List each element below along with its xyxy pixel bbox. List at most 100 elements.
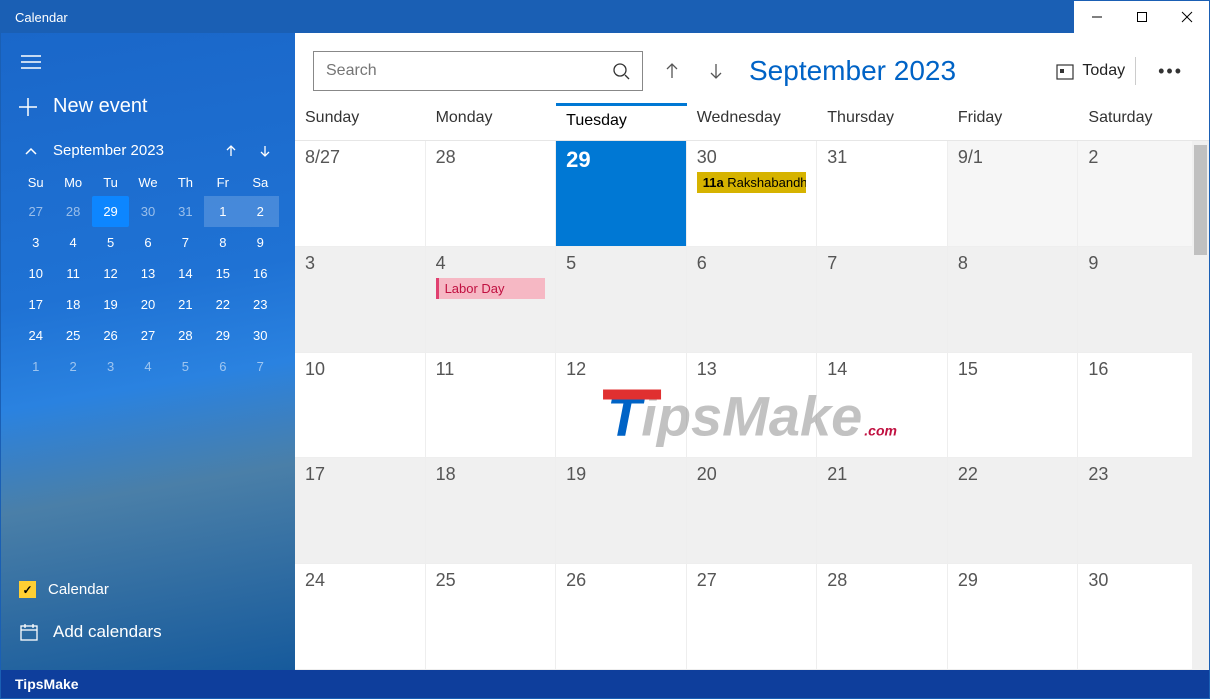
calendar-cell[interactable]: 17	[295, 458, 426, 564]
close-button[interactable]	[1164, 1, 1209, 33]
minical-day[interactable]: 6	[129, 227, 166, 258]
maximize-button[interactable]	[1119, 1, 1164, 33]
calendar-cell[interactable]: 9/1	[948, 141, 1079, 247]
calendar-cell[interactable]: 20	[687, 458, 818, 564]
add-calendars-button[interactable]: Add calendars	[19, 608, 277, 656]
minical-day[interactable]: 29	[204, 320, 241, 351]
calendar-cell[interactable]: 6	[687, 247, 818, 353]
calendar-cell[interactable]: 7	[817, 247, 948, 353]
calendar-cell[interactable]: 13	[687, 353, 818, 459]
calendar-cell[interactable]: 10	[295, 353, 426, 459]
calendar-cell[interactable]: 24	[295, 564, 426, 670]
minical-day[interactable]: 12	[92, 258, 129, 289]
month-title[interactable]: September 2023	[749, 55, 1032, 87]
calendar-cell[interactable]: 22	[948, 458, 1079, 564]
minical-day[interactable]: 21	[167, 289, 204, 320]
event-item[interactable]: Labor Day	[436, 278, 546, 299]
minical-day[interactable]: 2	[242, 196, 279, 227]
minical-day[interactable]: 27	[17, 196, 54, 227]
minical-day[interactable]: 4	[54, 227, 91, 258]
calendar-cell[interactable]: 14	[817, 353, 948, 459]
calendar-cell[interactable]: 16	[1078, 353, 1209, 459]
minical-day[interactable]: 30	[129, 196, 166, 227]
calendar-cell[interactable]: 9	[1078, 247, 1209, 353]
minical-day[interactable]: 5	[167, 351, 204, 382]
minical-day[interactable]: 10	[17, 258, 54, 289]
minical-day[interactable]: 17	[17, 289, 54, 320]
scrollbar[interactable]	[1192, 141, 1209, 670]
minical-day[interactable]: 6	[204, 351, 241, 382]
today-button[interactable]: Today	[1046, 57, 1136, 85]
minical-day[interactable]: 26	[92, 320, 129, 351]
minical-day[interactable]: 31	[167, 196, 204, 227]
calendar-cell[interactable]: 19	[556, 458, 687, 564]
minical-collapse-icon[interactable]	[19, 142, 43, 159]
minical-day[interactable]: 23	[242, 289, 279, 320]
calendar-cell[interactable]: 3	[295, 247, 426, 353]
minical-day[interactable]: 1	[204, 196, 241, 227]
calendar-cell[interactable]: 8	[948, 247, 1079, 353]
minical-day[interactable]: 28	[54, 196, 91, 227]
search-input[interactable]	[326, 62, 612, 80]
cell-date: 15	[958, 359, 1068, 380]
minical-day[interactable]: 30	[242, 320, 279, 351]
minical-day[interactable]: 27	[129, 320, 166, 351]
minical-day[interactable]: 15	[204, 258, 241, 289]
more-button[interactable]: •••	[1150, 61, 1191, 82]
minical-month-label[interactable]: September 2023	[53, 142, 164, 159]
calendar-cell[interactable]: 27	[687, 564, 818, 670]
calendar-cell[interactable]: 28	[817, 564, 948, 670]
minical-day[interactable]: 25	[54, 320, 91, 351]
calendar-checkbox-row[interactable]: ✓ Calendar	[19, 571, 277, 608]
calendar-cell[interactable]: 4Labor Day	[426, 247, 557, 353]
minical-day[interactable]: 3	[92, 351, 129, 382]
minical-day[interactable]: 2	[54, 351, 91, 382]
calendar-cell[interactable]: 23	[1078, 458, 1209, 564]
minical-day[interactable]: 14	[167, 258, 204, 289]
minical-day[interactable]: 13	[129, 258, 166, 289]
event-item[interactable]: 11a Rakshabandhan	[697, 172, 807, 193]
new-event-button[interactable]: New event	[1, 85, 295, 128]
minical-day[interactable]: 1	[17, 351, 54, 382]
minimize-button[interactable]	[1074, 1, 1119, 33]
minical-day[interactable]: 3	[17, 227, 54, 258]
minical-day[interactable]: 28	[167, 320, 204, 351]
minical-day[interactable]: 4	[129, 351, 166, 382]
minical-day[interactable]: 20	[129, 289, 166, 320]
minical-day[interactable]: 8	[204, 227, 241, 258]
calendar-cell[interactable]: 31	[817, 141, 948, 247]
calendar-cell[interactable]: 18	[426, 458, 557, 564]
calendar-cell[interactable]: 26	[556, 564, 687, 670]
calendar-cell[interactable]: 28	[426, 141, 557, 247]
calendar-cell[interactable]: 29	[556, 141, 687, 247]
minical-next-icon[interactable]	[253, 142, 277, 159]
minical-day[interactable]: 29	[92, 196, 129, 227]
calendar-cell[interactable]: 12	[556, 353, 687, 459]
minical-day[interactable]: 16	[242, 258, 279, 289]
minical-day[interactable]: 9	[242, 227, 279, 258]
hamburger-button[interactable]	[1, 45, 295, 79]
minical-day[interactable]: 18	[54, 289, 91, 320]
calendar-cell[interactable]: 2	[1078, 141, 1209, 247]
calendar-cell[interactable]: 8/27	[295, 141, 426, 247]
calendar-cell[interactable]: 21	[817, 458, 948, 564]
calendar-cell[interactable]: 15	[948, 353, 1079, 459]
minical-prev-icon[interactable]	[219, 142, 243, 159]
minical-day[interactable]: 11	[54, 258, 91, 289]
calendar-cell[interactable]: 3011a Rakshabandhan	[687, 141, 818, 247]
calendar-cell[interactable]: 5	[556, 247, 687, 353]
minical-day[interactable]: 19	[92, 289, 129, 320]
next-month-button[interactable]	[701, 60, 731, 83]
minical-day[interactable]: 22	[204, 289, 241, 320]
calendar-cell[interactable]: 11	[426, 353, 557, 459]
minical-day[interactable]: 7	[242, 351, 279, 382]
minical-day[interactable]: 5	[92, 227, 129, 258]
search-box[interactable]	[313, 51, 643, 91]
prev-month-button[interactable]	[657, 60, 687, 83]
minical-day[interactable]: 24	[17, 320, 54, 351]
calendar-cell[interactable]: 29	[948, 564, 1079, 670]
minical-day[interactable]: 7	[167, 227, 204, 258]
calendar-cell[interactable]: 30	[1078, 564, 1209, 670]
scrollbar-thumb[interactable]	[1194, 145, 1207, 255]
calendar-cell[interactable]: 25	[426, 564, 557, 670]
